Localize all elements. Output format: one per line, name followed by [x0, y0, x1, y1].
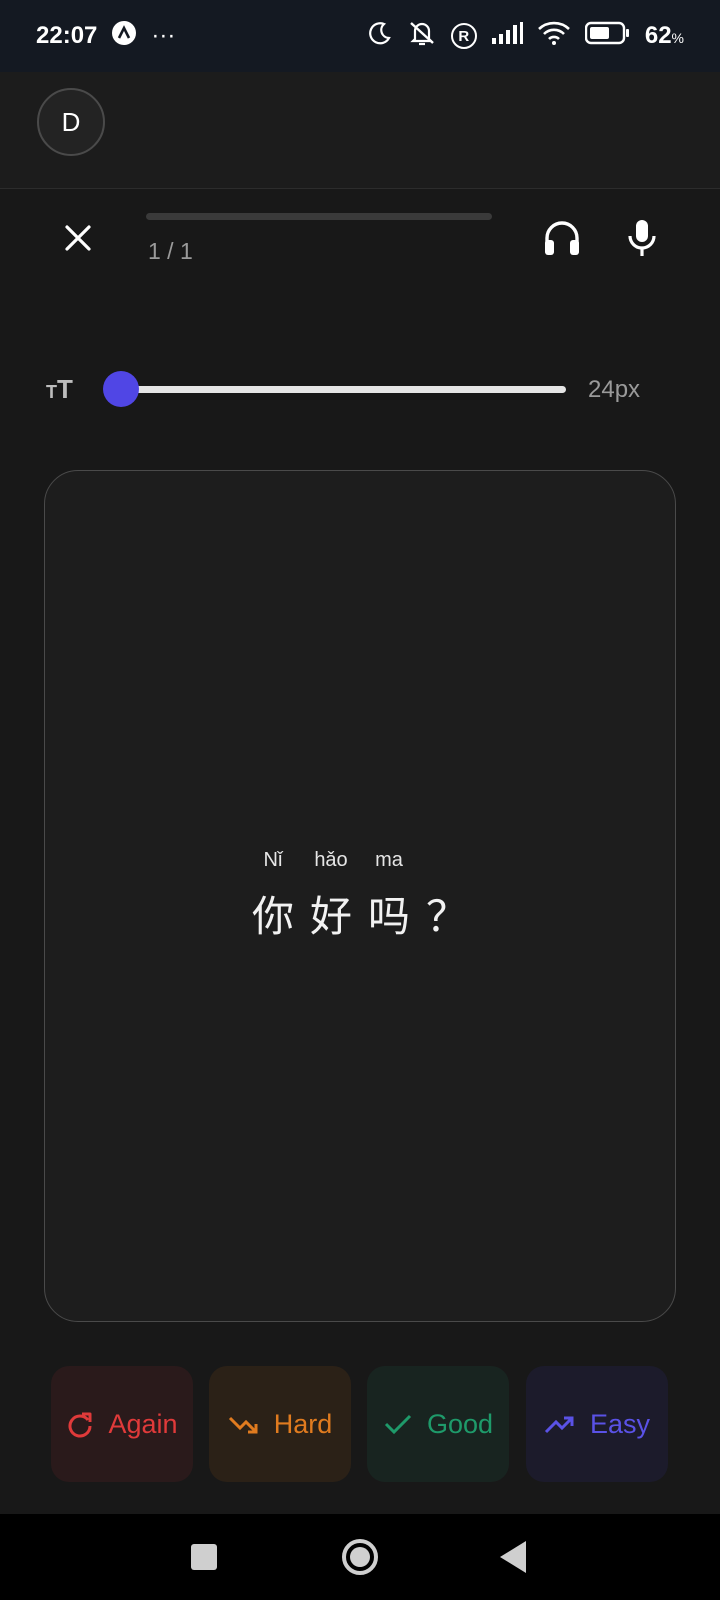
- card-text: Nǐ 你 hǎo 好 ma 吗 ？: [45, 849, 675, 944]
- pinyin: Nǐ: [263, 849, 283, 871]
- headphones-icon: [545, 221, 579, 255]
- good-button[interactable]: Good: [367, 1366, 509, 1482]
- more-notifications-icon: ···: [151, 22, 176, 49]
- good-label: Good: [426, 1408, 494, 1439]
- again-label: Again: [108, 1408, 178, 1439]
- back-button[interactable]: [500, 1541, 526, 1573]
- status-bar: 22:07 ··· R 62%: [0, 0, 720, 72]
- card-word: Nǐ 你: [244, 849, 302, 944]
- check-icon: [384, 1414, 412, 1435]
- listen-button[interactable]: [540, 216, 584, 260]
- app-header: D: [0, 72, 720, 189]
- close-button[interactable]: [56, 216, 100, 260]
- microphone-icon: [628, 220, 656, 256]
- retry-icon: [68, 1412, 92, 1438]
- battery-percent-value: 62: [644, 22, 672, 49]
- trending-up-icon: [544, 1416, 574, 1434]
- easy-button[interactable]: Easy: [526, 1366, 668, 1482]
- font-size-slider-thumb[interactable]: [103, 371, 139, 407]
- text-size-icon: TT: [46, 374, 73, 405]
- font-size-slider-track[interactable]: [120, 386, 566, 393]
- close-icon: [65, 225, 91, 251]
- text-size-icon-small: T: [46, 382, 57, 402]
- battery-percent: 62%: [645, 22, 684, 50]
- status-right: R 62%: [367, 19, 684, 54]
- review-toolbar: 1 / 1: [0, 190, 720, 300]
- hard-button[interactable]: Hard: [209, 1366, 351, 1482]
- progress-text: 1 / 1: [148, 238, 193, 264]
- microphone-button[interactable]: [620, 216, 664, 260]
- wifi-icon: [537, 21, 571, 52]
- trending-down-icon: [228, 1416, 258, 1434]
- registered-icon: R: [450, 23, 477, 49]
- status-time: 22:07: [36, 22, 98, 49]
- card-word: ？: [418, 849, 476, 944]
- rating-buttons: Again Hard Good Easy: [0, 1366, 720, 1482]
- hanzi: 好: [309, 892, 352, 941]
- recents-button[interactable]: [191, 1544, 217, 1570]
- hard-label: Hard: [273, 1408, 333, 1439]
- battery-icon: [584, 21, 631, 52]
- home-icon: [350, 1547, 370, 1567]
- pinyin: ma: [375, 849, 403, 871]
- battery-percent-unit: %: [671, 30, 684, 46]
- avatar[interactable]: D: [37, 88, 105, 156]
- status-left: 22:07 ···: [36, 20, 175, 53]
- font-size-value: 24px: [588, 376, 641, 403]
- hanzi: ？: [425, 892, 468, 941]
- easy-label: Easy: [589, 1408, 651, 1439]
- progress-bar: [146, 213, 492, 220]
- mute-bell-icon: [407, 19, 437, 54]
- hanzi: 你: [251, 892, 294, 941]
- again-button[interactable]: Again: [51, 1366, 193, 1482]
- moon-icon: [367, 20, 393, 53]
- flashcard[interactable]: Nǐ 你 hǎo 好 ma 吗 ？: [44, 470, 676, 1322]
- home-button[interactable]: [342, 1539, 378, 1575]
- pinyin: hǎo: [314, 849, 348, 871]
- notification-app-icon: [111, 20, 137, 53]
- system-nav-bar: [0, 1514, 720, 1600]
- card-word: hǎo 好: [302, 849, 360, 944]
- text-size-icon-large: T: [57, 374, 73, 404]
- signal-icon: [491, 21, 523, 51]
- card-word: ma 吗: [360, 849, 418, 944]
- hanzi: 吗: [367, 892, 410, 941]
- font-size-control: TT 24px: [0, 360, 720, 420]
